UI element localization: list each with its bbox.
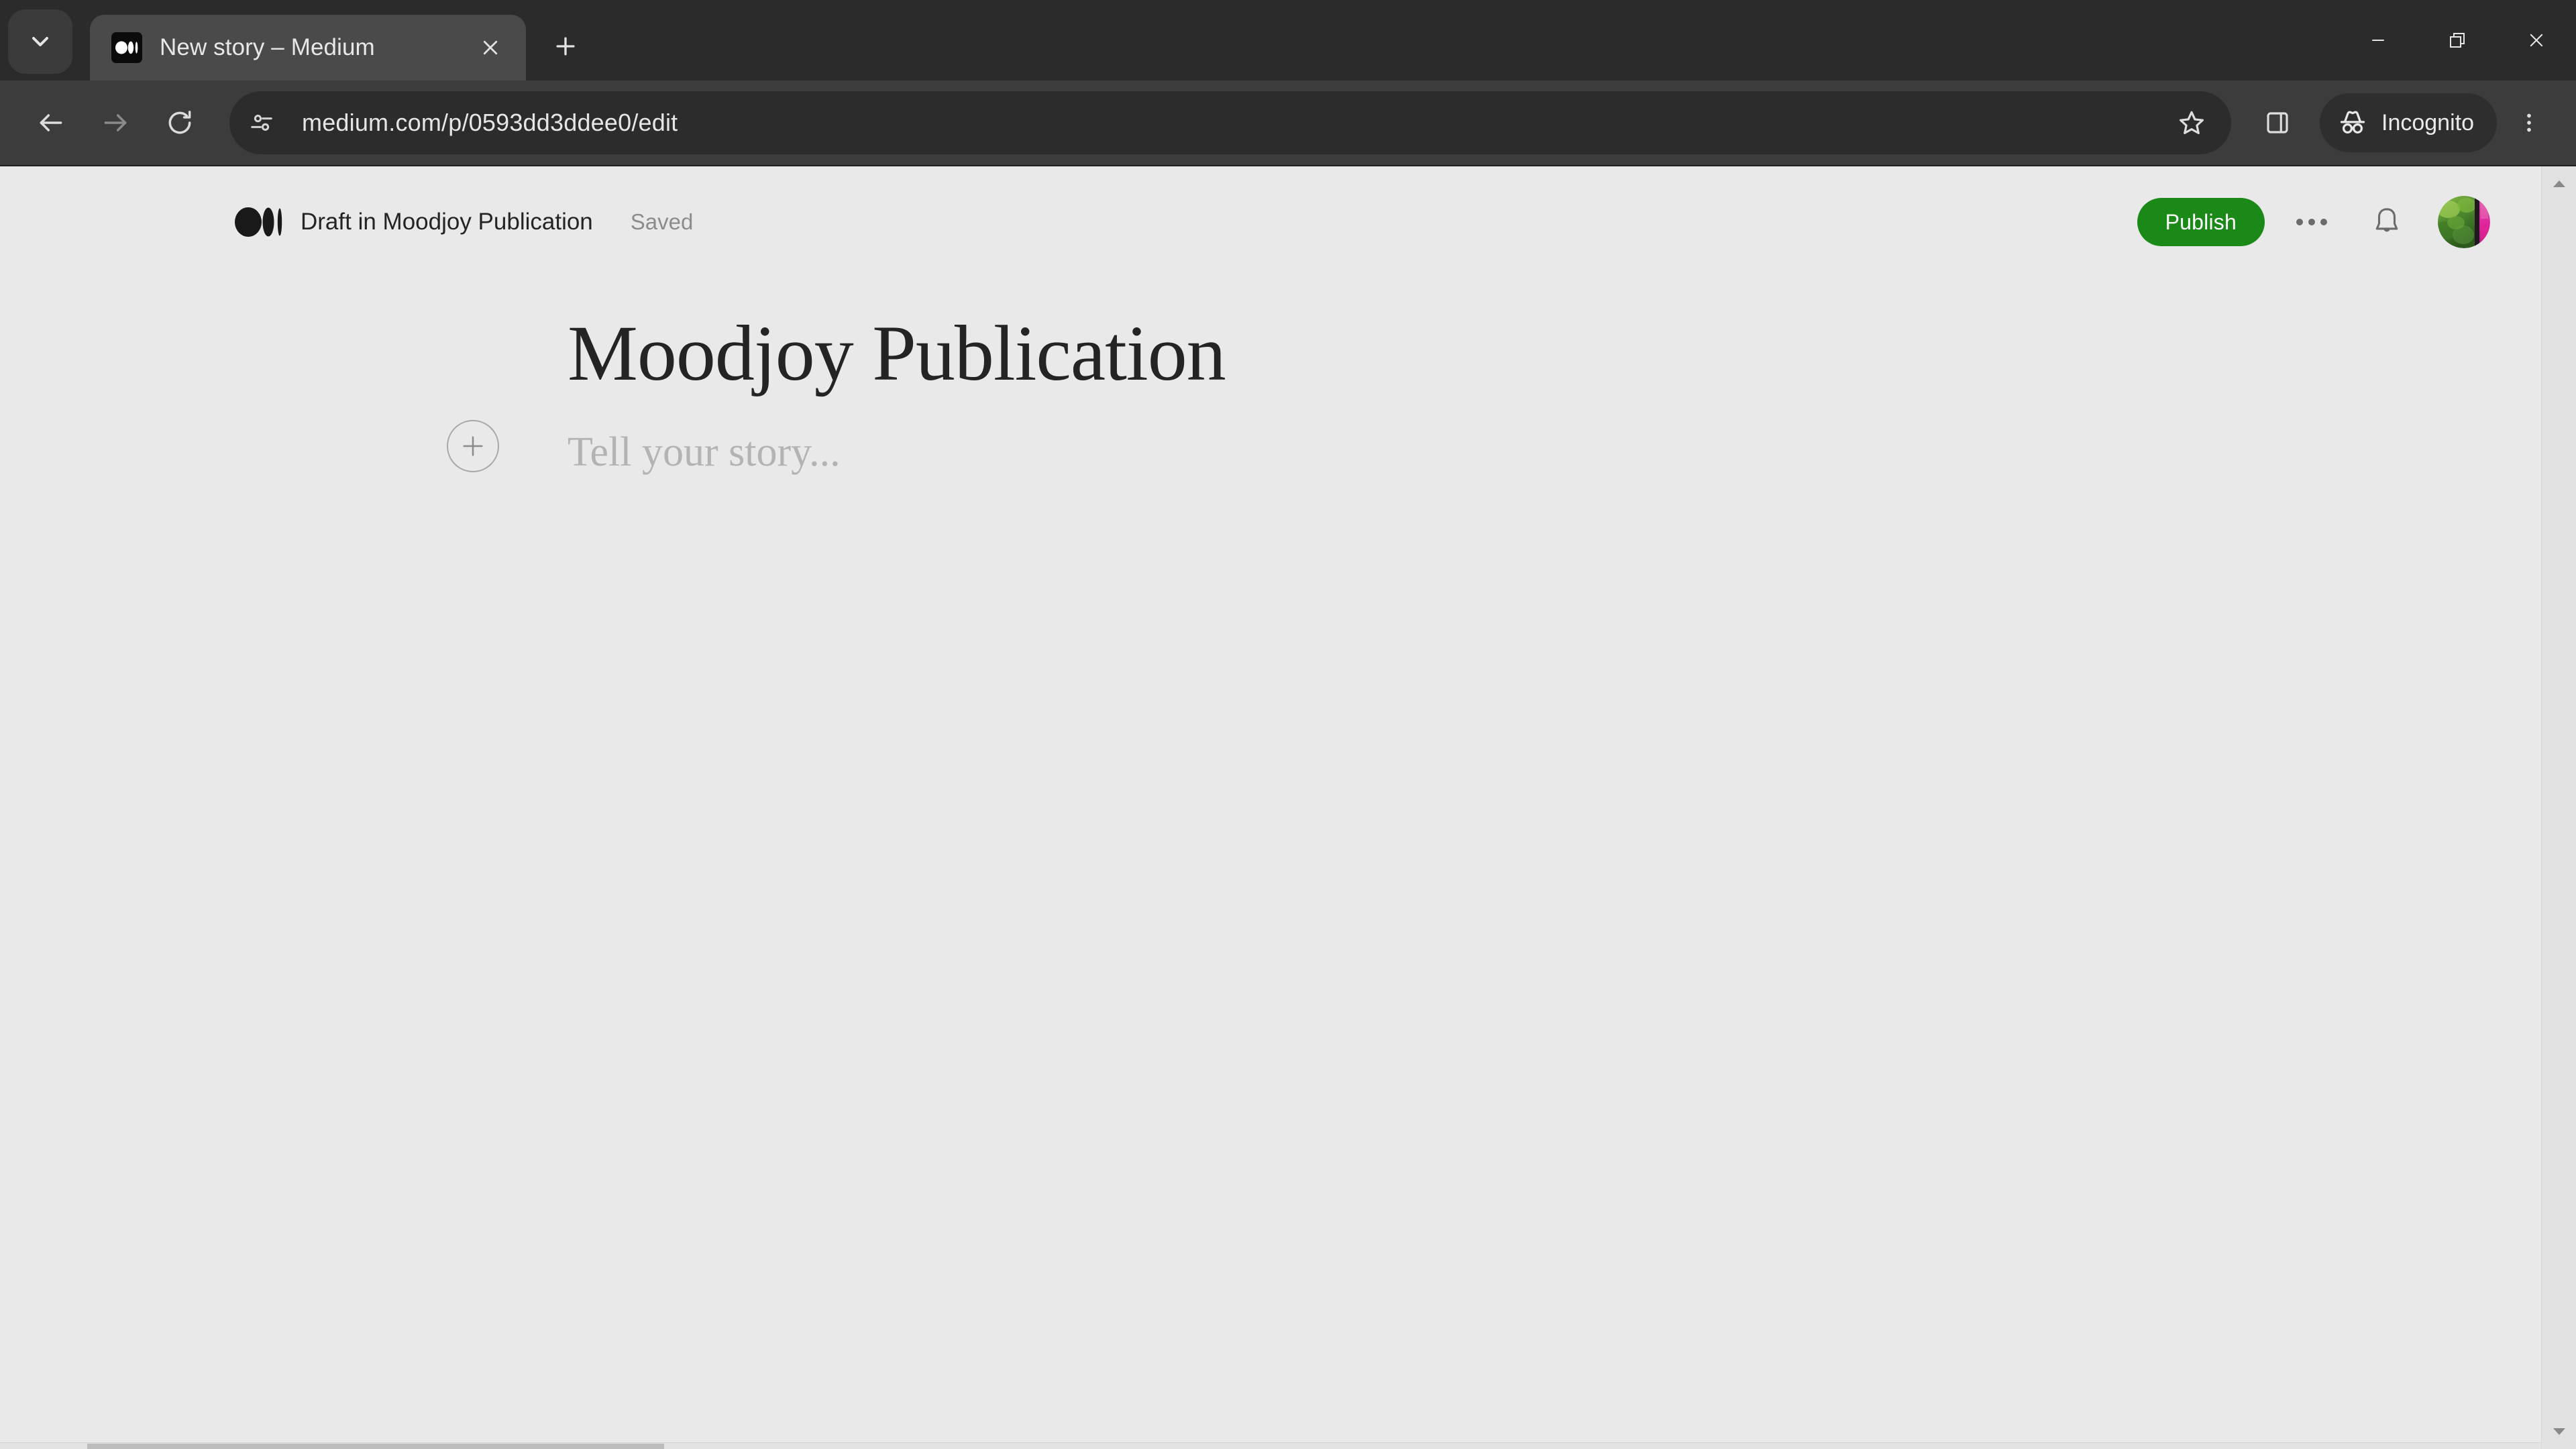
medium-header: Draft in Moodjoy Publication Saved Publi… xyxy=(0,166,2541,250)
forward-arrow-icon xyxy=(104,114,127,131)
browser-window: New story – Medium medium.com/p/0593dd3d… xyxy=(0,0,2576,1449)
site-settings-icon xyxy=(251,115,272,131)
triangle-down-icon xyxy=(2553,1428,2565,1435)
medium-logo-icon xyxy=(235,207,282,237)
page-viewport: Draft in Moodjoy Publication Saved Publi… xyxy=(0,166,2576,1449)
more-options-button[interactable] xyxy=(2284,194,2340,250)
story-editor: Moodjoy Publication Tell your story... xyxy=(0,310,2541,479)
url-text[interactable]: medium.com/p/0593dd3ddee0/edit xyxy=(302,109,2157,137)
vertical-scrollbar[interactable] xyxy=(2541,166,2576,1449)
restore-icon xyxy=(2450,33,2465,48)
window-close-button[interactable] xyxy=(2497,0,2576,80)
address-bar[interactable]: medium.com/p/0593dd3ddee0/edit xyxy=(229,91,2231,154)
plus-circle-icon xyxy=(463,436,483,456)
tab-title: New story – Medium xyxy=(160,34,375,60)
back-arrow-icon xyxy=(40,114,62,131)
horizontal-scrollbar[interactable] xyxy=(0,1442,2541,1449)
side-panel-button[interactable] xyxy=(2247,93,2308,153)
publish-button[interactable]: Publish xyxy=(2137,198,2265,246)
close-icon xyxy=(483,40,498,55)
back-button[interactable] xyxy=(19,91,83,155)
three-dot-horizontal-icon xyxy=(2296,219,2327,225)
tab-search-button[interactable] xyxy=(8,9,72,74)
story-body-row: Tell your story... xyxy=(447,419,2407,480)
browser-tab[interactable]: New story – Medium xyxy=(90,15,526,80)
triangle-up-icon xyxy=(2553,180,2565,187)
medium-home-link[interactable] xyxy=(235,207,283,237)
tab-favicon xyxy=(111,32,142,63)
horizontal-scrollbar-thumb[interactable] xyxy=(87,1444,664,1449)
notifications-button[interactable] xyxy=(2359,194,2415,250)
scroll-up-button[interactable] xyxy=(2542,166,2576,201)
reload-icon xyxy=(168,111,191,134)
chevron-down-icon xyxy=(32,37,48,46)
tab-close-button[interactable] xyxy=(472,30,508,66)
star-icon xyxy=(2179,111,2204,134)
avatar-image xyxy=(2438,196,2490,248)
minimize-button[interactable] xyxy=(2339,0,2418,80)
story-body-input[interactable]: Tell your story... xyxy=(568,425,2407,480)
close-icon xyxy=(2530,34,2543,47)
bell-icon xyxy=(2375,208,2398,232)
site-settings-button[interactable] xyxy=(237,99,286,147)
incognito-hat-icon xyxy=(2340,111,2365,134)
incognito-indicator[interactable]: Incognito xyxy=(2320,93,2497,152)
saved-status-label: Saved xyxy=(630,209,694,234)
maximize-button[interactable] xyxy=(2418,0,2497,80)
tab-strip: New story – Medium xyxy=(0,0,2576,80)
side-panel-icon xyxy=(2267,112,2288,133)
three-dot-vertical-icon xyxy=(2527,113,2531,132)
story-title-input[interactable]: Moodjoy Publication xyxy=(568,310,2407,397)
draft-status-label: Draft in Moodjoy Publication xyxy=(301,209,593,235)
plus-icon xyxy=(556,37,575,56)
scroll-down-button[interactable] xyxy=(2542,1414,2576,1449)
user-avatar[interactable] xyxy=(2438,196,2490,248)
medium-editor-page: Draft in Moodjoy Publication Saved Publi… xyxy=(0,166,2541,1449)
browser-menu-button[interactable] xyxy=(2501,91,2557,155)
incognito-label: Incognito xyxy=(2381,109,2474,136)
new-tab-button[interactable] xyxy=(541,21,590,71)
medium-logo-icon xyxy=(115,41,138,54)
add-block-button[interactable] xyxy=(447,419,499,472)
forward-button[interactable] xyxy=(83,91,148,155)
bookmark-button[interactable] xyxy=(2161,93,2222,153)
scrollbar-track[interactable] xyxy=(2542,201,2576,1414)
window-controls xyxy=(2339,0,2576,80)
browser-toolbar: medium.com/p/0593dd3ddee0/edit Incognito xyxy=(0,80,2576,166)
minimize-icon xyxy=(2372,40,2384,41)
reload-button[interactable] xyxy=(148,91,212,155)
